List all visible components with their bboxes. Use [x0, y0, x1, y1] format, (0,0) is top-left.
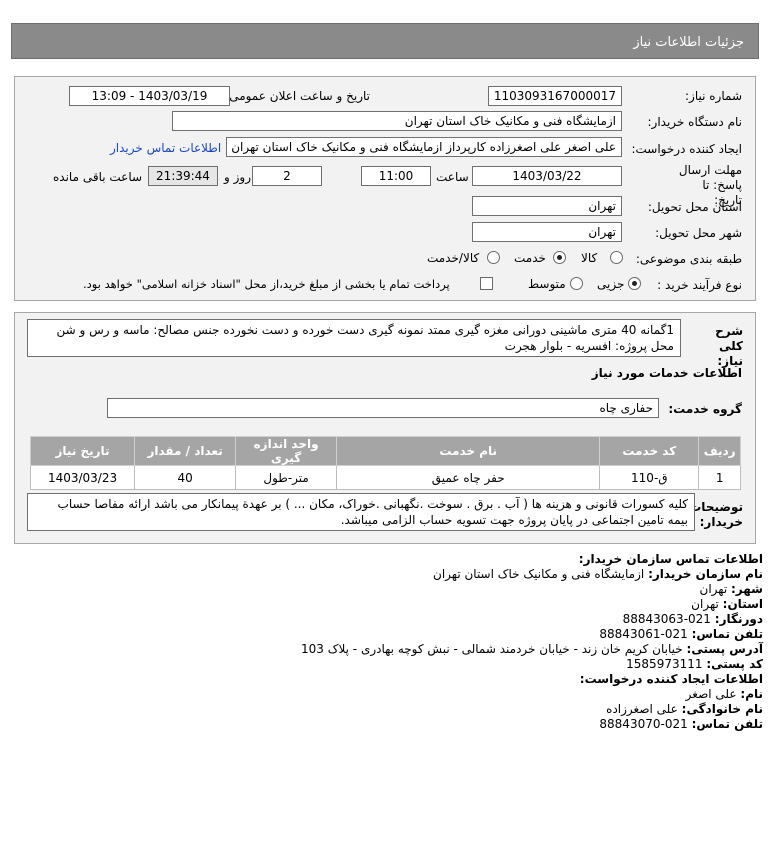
contact-address-line: آدرس پستی: خیابان کریم خان زند - خیابان …: [23, 642, 763, 657]
col-qty-header: تعداد / مقدار: [134, 436, 237, 466]
contact-title-line: اطلاعات تماس سازمان خریدار:: [23, 552, 763, 567]
request-creator-label: ایجاد کننده درخواست:: [631, 142, 742, 156]
contact-city-label: شهر:: [731, 582, 763, 596]
cell-code: ق-110: [599, 465, 700, 490]
creator-title-line: اطلاعات ایجاد کننده درخواست:: [23, 672, 763, 687]
contact-org-label: نام سازمان خریدار:: [648, 567, 763, 581]
creator-first-name-value: علی اصغر: [685, 687, 737, 701]
cell-row: 1: [698, 465, 741, 490]
remaining-days-label: روز و: [224, 170, 251, 184]
contact-province-label: استان:: [722, 597, 763, 611]
remaining-days-field: 2: [252, 166, 322, 186]
remaining-time-label: ساعت باقی مانده: [53, 170, 143, 184]
contact-postal-line: کد پستی: 1585973111: [23, 657, 763, 672]
table-row: 1 ق-110 حفر چاه عمیق متر-طول 40 1403/03/…: [29, 465, 741, 490]
col-unit-header: واحد اندازه گیری: [235, 436, 338, 466]
category-option-service-radio[interactable]: [553, 251, 566, 264]
cell-qty: 40: [134, 465, 237, 490]
need-number-label: شماره نیاز:: [685, 89, 742, 103]
service-group-label: گروه خدمت:: [668, 402, 742, 416]
contact-phone-value: 021-88843061: [599, 627, 688, 641]
buyer-name-field: ازمایشگاه فنی و مکانیک خاک استان تهران: [172, 111, 622, 131]
cell-unit: متر-طول: [235, 465, 338, 490]
summary-line-2: محل پروژه: افسریه - بلوار هجرت: [504, 339, 674, 353]
remaining-time-field: 21:39:44: [148, 166, 218, 186]
page-title: جزئیات اطلاعات نیاز: [633, 35, 744, 50]
need-number-field: 1103093167000017: [488, 86, 622, 106]
need-info-panel: [14, 76, 756, 301]
process-option-minor-label: جزیی: [597, 277, 625, 291]
table-header-row: ردیف کد خدمت نام خدمت واحد اندازه گیری ت…: [29, 436, 741, 466]
contact-org-value: ازمایشگاه فنی و مکانیک خاک استان تهران: [433, 567, 645, 581]
contact-info-block: اطلاعات تماس سازمان خریدار: نام سازمان خ…: [23, 552, 763, 732]
cell-name: حفر چاه عمیق: [336, 465, 601, 490]
process-option-minor-radio[interactable]: [628, 277, 641, 290]
creator-phone-label: تلفن تماس:: [691, 717, 763, 731]
creator-first-name-label: نام:: [740, 687, 763, 701]
deadline-time-field: 11:00: [361, 166, 431, 186]
contact-org-line: نام سازمان خریدار: ازمایشگاه فنی و مکانی…: [23, 567, 763, 582]
buyer-notes-line-2: بیمه تامین اجتماعی در پایان پروژه جهت تس…: [340, 513, 688, 527]
col-row-header: ردیف: [698, 436, 741, 466]
contact-address-label: آدرس پستی:: [686, 642, 763, 656]
summary-label: شرح کلی نیاز:: [715, 324, 743, 368]
announce-datetime-field: 1403/03/19 - 13:09: [69, 86, 230, 106]
summary-line-1: 1گمانه 40 متری ماشینی دورانی مغزه گیری م…: [56, 323, 674, 337]
category-label: طبقه بندی موضوعی:: [635, 252, 742, 266]
col-code-header: کد خدمت: [599, 436, 700, 466]
process-option-medium-radio[interactable]: [570, 277, 583, 290]
contact-phone-label: تلفن تماس:: [691, 627, 763, 641]
treasury-payment-label: پرداخت تمام یا بخشی از مبلغ خرید،از محل …: [83, 277, 450, 291]
process-option-medium-label: متوسط: [528, 277, 566, 291]
creator-first-name-line: نام: علی اصغر: [23, 687, 763, 702]
announce-datetime-label: تاریخ و ساعت اعلان عمومی:: [225, 89, 370, 103]
creator-last-name-label: نام خانوادگی:: [681, 702, 763, 716]
summary-text: 1گمانه 40 متری ماشینی دورانی مغزه گیری م…: [27, 319, 681, 357]
contact-city-line: شهر: تهران: [23, 582, 763, 597]
cell-date: 1403/03/23: [29, 465, 136, 490]
category-option-both-radio[interactable]: [487, 251, 500, 264]
contact-city-value: تهران: [699, 582, 728, 596]
creator-phone-line: تلفن تماس: 021-88843070: [23, 717, 763, 732]
col-date-header: تاریخ نیاز: [29, 436, 136, 466]
request-creator-field: علی اصغر علی اصغرزاده کارپرداز ازمایشگاه…: [226, 137, 622, 157]
contact-fax-line: دورنگار: 021-88843063: [23, 612, 763, 627]
col-name-header: نام خدمت: [336, 436, 601, 466]
category-option-goods-label: کالا: [581, 251, 598, 265]
contact-postal-label: کد پستی:: [706, 657, 763, 671]
buyer-notes-line-1: کلیه کسورات قانونی و هزینه ها ( آب . برق…: [57, 497, 688, 511]
contact-fax-value: 021-88843063: [622, 612, 711, 626]
deadline-date-field: 1403/03/22: [472, 166, 622, 186]
contact-phone-line: تلفن تماس: 021-88843061: [23, 627, 763, 642]
contact-address-value: خیابان کریم خان زند - خیابان خردمند شمال…: [301, 642, 683, 656]
contact-fax-label: دورنگار:: [714, 612, 763, 626]
category-option-service-label: خدمت: [514, 251, 546, 265]
creator-last-name-value: علی اصغرزاده: [606, 702, 678, 716]
contact-postal-value: 1585973111: [626, 657, 703, 671]
service-group-field: حفاری چاه: [107, 398, 659, 418]
delivery-city-field: تهران: [472, 222, 622, 242]
buyer-notes-label: توضیحات خریدار:: [689, 500, 743, 529]
delivery-province-field: تهران: [472, 196, 622, 216]
process-type-label: نوع فرآیند خرید :: [657, 278, 742, 292]
creator-phone-value: 021-88843070: [599, 717, 688, 731]
category-option-both-label: کالا/خدمت: [427, 251, 480, 265]
buyer-name-label: نام دستگاه خریدار:: [647, 115, 743, 129]
buyer-notes-text: کلیه کسورات قانونی و هزینه ها ( آب . برق…: [27, 493, 695, 531]
page-header: جزئیات اطلاعات نیاز: [11, 23, 759, 59]
delivery-city-label: شهر محل تحویل:: [655, 226, 742, 240]
category-option-goods-radio[interactable]: [610, 251, 623, 264]
creator-last-name-line: نام خانوادگی: علی اصغرزاده: [23, 702, 763, 717]
contact-province-value: تهران: [691, 597, 719, 611]
services-table: ردیف کد خدمت نام خدمت واحد اندازه گیری ت…: [29, 436, 741, 490]
services-section-title: اطلاعات خدمات مورد نیاز: [591, 366, 742, 380]
contact-title: اطلاعات تماس سازمان خریدار:: [578, 552, 763, 566]
treasury-payment-checkbox[interactable]: [480, 277, 493, 290]
creator-title: اطلاعات ایجاد کننده درخواست:: [579, 672, 763, 686]
delivery-province-label: استان محل تحویل:: [647, 200, 742, 214]
buyer-contact-link[interactable]: اطلاعات تماس خریدار: [110, 141, 221, 155]
contact-province-line: استان: تهران: [23, 597, 763, 612]
deadline-time-label: ساعت: [436, 170, 469, 184]
